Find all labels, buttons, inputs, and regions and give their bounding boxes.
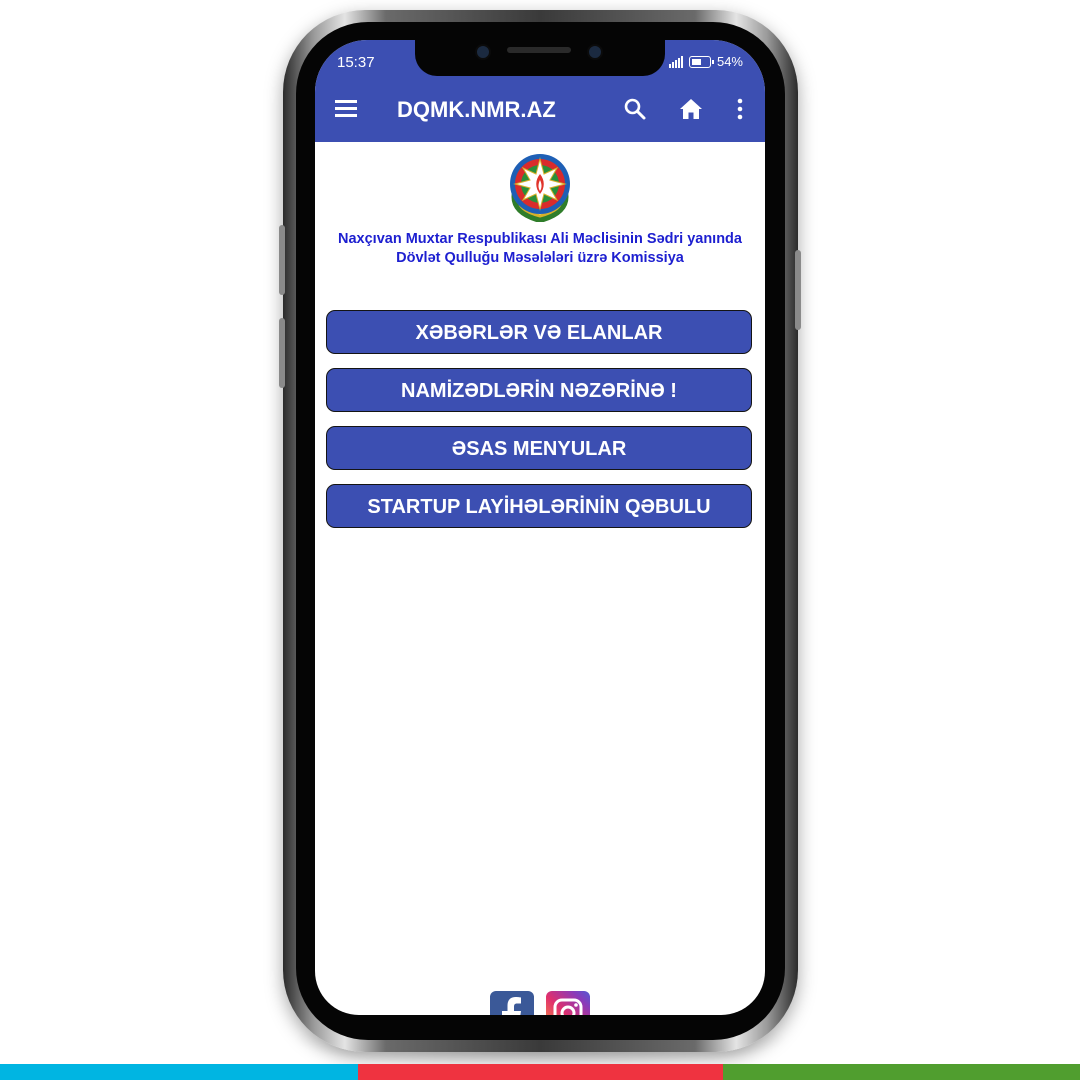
menu-icon[interactable] xyxy=(335,100,357,118)
facebook-icon[interactable] xyxy=(490,991,534,1015)
app-title: DQMK.NMR.AZ xyxy=(397,97,556,122)
status-indicators: 54% xyxy=(668,54,743,69)
state-emblem-icon xyxy=(505,150,575,224)
organization-name: Naxçıvan Muxtar Respublikası Ali Məclisi… xyxy=(315,230,765,268)
instagram-icon[interactable] xyxy=(546,991,590,1015)
phone-notch xyxy=(415,40,665,76)
battery-level: 54% xyxy=(716,54,743,69)
status-time: 15:37 xyxy=(337,54,375,71)
volume-up-button xyxy=(279,225,285,295)
flag-stripe-red xyxy=(358,1064,723,1080)
flag-stripe-green xyxy=(723,1064,1080,1080)
main-menus-button[interactable]: ƏSAS MENYULAR xyxy=(326,426,752,470)
startup-projects-button[interactable]: STARTUP LAYİHƏLƏRİNİN QƏBULU xyxy=(326,484,752,528)
flag-stripe-blue xyxy=(0,1064,358,1080)
volume-down-button xyxy=(279,318,285,388)
more-vert-icon[interactable] xyxy=(727,96,753,122)
organization-name-line2: Dövlət Qulluğu Məsələləri üzrə Komissiya xyxy=(396,250,684,266)
phone-screen: 15:37 54% DQMK.NMR.AZ Naxçıvan Muxtar Re… xyxy=(315,40,765,1015)
power-button xyxy=(795,250,801,330)
organization-name-line1: Naxçıvan Muxtar Respublikası Ali Məclisi… xyxy=(338,231,742,247)
for-candidates-button[interactable]: NAMİZƏDLƏRİN NƏZƏRİNƏ ! xyxy=(326,368,752,412)
home-icon[interactable] xyxy=(678,96,704,122)
search-icon[interactable] xyxy=(622,96,648,122)
battery-icon xyxy=(688,55,714,68)
signal-icon xyxy=(668,55,683,68)
news-and-announcements-button[interactable]: XƏBƏRLƏR VƏ ELANLAR xyxy=(326,310,752,354)
